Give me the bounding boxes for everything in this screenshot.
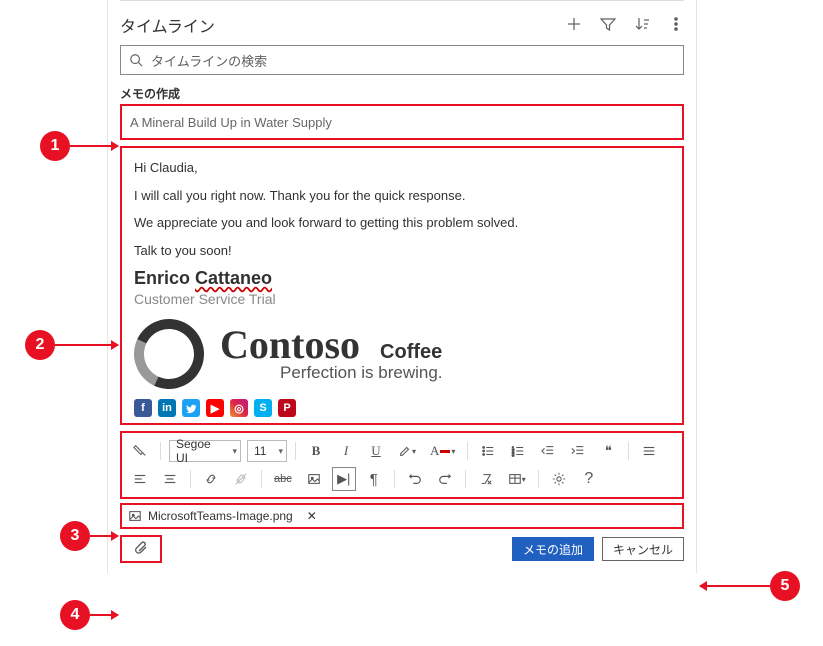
twitter-icon[interactable] — [182, 399, 200, 417]
align-center-button[interactable] — [158, 467, 182, 491]
callout-1-arrow — [70, 145, 118, 147]
align-justify-button[interactable] — [637, 439, 661, 463]
callout-3-arrow — [90, 535, 118, 537]
help-button[interactable]: ? — [577, 467, 601, 491]
callout-1: 1 — [40, 131, 70, 161]
more-icon[interactable] — [668, 16, 684, 35]
search-placeholder-text: タイムラインの検索 — [151, 51, 267, 70]
remove-attachment-icon[interactable]: ✕ — [307, 509, 317, 523]
font-family-select[interactable]: Segoe UI — [169, 440, 241, 462]
callout-5: 5 — [770, 571, 800, 601]
image-file-icon — [128, 509, 142, 523]
note-greeting: Hi Claudia, — [134, 158, 670, 178]
note-p3: Talk to you soon! — [134, 241, 670, 261]
italic-button[interactable]: I — [334, 439, 358, 463]
signature-role: Customer Service Trial — [134, 291, 670, 307]
richtext-toolbar: Segoe UI 11 B I U ▾ A▾ 123 ❝ abc — [120, 431, 684, 499]
bullet-list-button[interactable] — [476, 439, 500, 463]
brand-ring-icon — [124, 309, 214, 399]
outdent-button[interactable] — [536, 439, 560, 463]
filter-icon[interactable] — [600, 16, 616, 35]
table-button[interactable]: ▾ — [504, 467, 530, 491]
align-left-button[interactable] — [128, 467, 152, 491]
note-p2: We appreciate you and look forward to ge… — [134, 213, 670, 233]
facebook-icon[interactable]: f — [134, 399, 152, 417]
font-size-select[interactable]: 11 — [247, 440, 287, 462]
create-note-label: メモの作成 — [120, 85, 684, 102]
highlight-button[interactable]: ▾ — [394, 439, 420, 463]
note-p1: I will call you right now. Thank you for… — [134, 186, 670, 206]
attachment-filename: MicrosoftTeams-Image.png — [148, 509, 293, 523]
timeline-panel: タイムライン タイムラインの検索 メモの作成 Hi Claudia, I wil… — [107, 0, 697, 573]
callout-4-arrow — [90, 614, 118, 616]
footer-row: メモの追加 キャンセル — [120, 535, 684, 563]
search-icon — [129, 53, 143, 67]
paragraph-button[interactable]: ¶ — [362, 467, 386, 491]
instagram-icon[interactable]: ◎ — [230, 399, 248, 417]
brand-logo: Contoso Coffee Perfection is brewing. — [134, 319, 670, 389]
attach-button-box — [120, 535, 162, 563]
text-direction-button[interactable]: ▶| — [332, 467, 356, 491]
unlink-button[interactable] — [229, 467, 253, 491]
svg-text:3: 3 — [512, 452, 515, 457]
note-title-input[interactable] — [122, 106, 682, 138]
clear-format-button[interactable] — [474, 467, 498, 491]
indent-button[interactable] — [566, 439, 590, 463]
callout-4: 4 — [60, 600, 90, 630]
brand-sub: Coffee — [380, 341, 442, 364]
callout-3: 3 — [60, 521, 90, 551]
sort-icon[interactable] — [634, 16, 650, 35]
font-color-button[interactable]: A▾ — [426, 439, 459, 463]
paperclip-icon[interactable] — [133, 540, 149, 559]
note-body-box[interactable]: Hi Claudia, I will call you right now. T… — [120, 146, 684, 425]
social-icons: f in ▶ ◎ S P — [134, 399, 670, 417]
format-painter-icon[interactable] — [128, 439, 152, 463]
brand-name: Contoso — [220, 325, 360, 365]
timeline-header: タイムライン — [120, 13, 684, 37]
timeline-title: タイムライン — [120, 13, 556, 37]
pinterest-icon[interactable]: P — [278, 399, 296, 417]
brand-tagline: Perfection is brewing. — [280, 363, 443, 383]
bold-button[interactable]: B — [304, 439, 328, 463]
attachment-row: MicrosoftTeams-Image.png ✕ — [120, 503, 684, 529]
strikethrough-button[interactable]: abc — [270, 467, 296, 491]
insert-image-button[interactable] — [302, 467, 326, 491]
number-list-button[interactable]: 123 — [506, 439, 530, 463]
youtube-icon[interactable]: ▶ — [206, 399, 224, 417]
callout-2-arrow — [55, 344, 118, 346]
note-title-box — [120, 104, 684, 140]
linkedin-icon[interactable]: in — [158, 399, 176, 417]
blockquote-button[interactable]: ❝ — [596, 439, 620, 463]
cancel-button[interactable]: キャンセル — [602, 537, 684, 561]
settings-button[interactable] — [547, 467, 571, 491]
callout-2: 2 — [25, 330, 55, 360]
undo-button[interactable] — [403, 467, 427, 491]
skype-icon[interactable]: S — [254, 399, 272, 417]
redo-button[interactable] — [433, 467, 457, 491]
add-note-button[interactable]: メモの追加 — [512, 537, 594, 561]
link-button[interactable] — [199, 467, 223, 491]
callout-5-arrow — [700, 585, 770, 587]
timeline-search[interactable]: タイムラインの検索 — [120, 45, 684, 75]
underline-button[interactable]: U — [364, 439, 388, 463]
add-icon[interactable] — [566, 16, 582, 35]
signature-name: Enrico Cattaneo — [134, 268, 670, 289]
